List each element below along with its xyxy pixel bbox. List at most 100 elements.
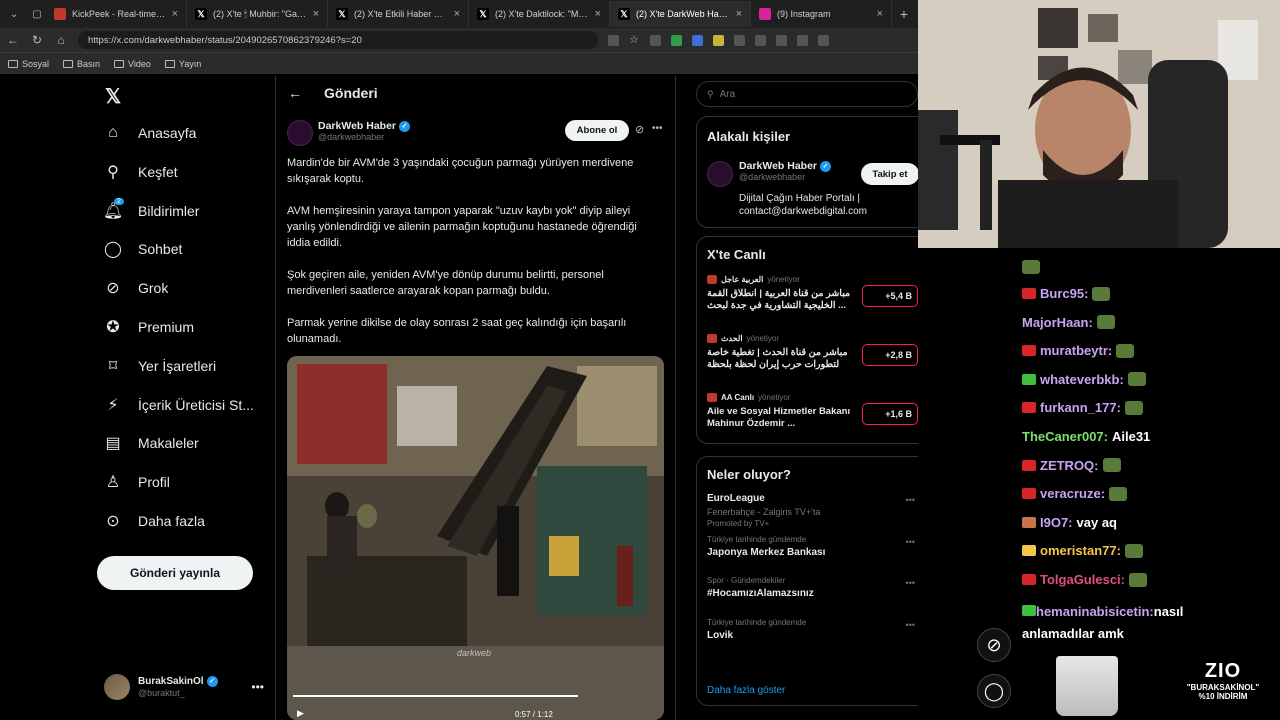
post-video[interactable]: darkweb ▶ 0:57 / 1:12 (287, 356, 664, 720)
trend-item[interactable]: EuroLeague Fenerbahçe - Zalgiris TV+'ta Pr… (707, 493, 918, 531)
bookmark-folder[interactable]: Video (114, 59, 151, 69)
bookmark-label: Video (128, 58, 151, 69)
author-avatar[interactable] (287, 120, 313, 146)
live-listener-pill[interactable]: +2,8 B (862, 344, 918, 366)
chat-username[interactable]: TheCaner007: (1022, 429, 1108, 444)
x-logo-icon[interactable]: 𝕏 (105, 84, 121, 109)
close-tab-icon[interactable]: × (172, 8, 178, 20)
nav-item-profile[interactable]: ♙ Profil (104, 473, 170, 491)
nav-item-grok[interactable]: ⊘ Grok (104, 279, 168, 297)
chat-username[interactable]: MajorHaan: (1022, 315, 1093, 330)
browser-tab[interactable]: (9) Instagram × (751, 1, 892, 27)
more-icon[interactable]: ••• (652, 123, 663, 134)
grok-icon[interactable]: ⊘ (635, 123, 644, 136)
chat-username[interactable]: furkann_177: (1040, 400, 1121, 415)
new-tab-button[interactable]: + (892, 6, 916, 22)
chat-username[interactable]: TolgaGulesci: (1040, 572, 1125, 587)
more-icon[interactable]: ••• (906, 495, 915, 505)
back-arrow-icon[interactable]: ← (288, 85, 302, 101)
chat-username[interactable]: veracruze: (1040, 486, 1105, 501)
browser-tab[interactable]: 𝕏 (2) X'te Etkili Haber Yeni Sayf × (328, 1, 469, 27)
home-icon[interactable]: ⌂ (54, 33, 68, 47)
trend-item[interactable]: Spor · Gündemdekiler #HocamızıAlamazsınız… (707, 576, 918, 614)
nav-item-creator-studio[interactable]: ⚡︎ İçerik Üreticisi St... (104, 396, 254, 414)
chat-username[interactable]: whateverbkb: (1040, 372, 1124, 387)
close-tab-icon[interactable]: × (454, 8, 460, 20)
live-listener-pill[interactable]: +1,6 B (862, 403, 918, 425)
chat-username[interactable]: I9O7: (1040, 515, 1073, 530)
live-item[interactable]: AA Canlı yönetiyor Aile ve Sosyal Hizmetle… (707, 393, 918, 445)
bookmark-folder[interactable]: Basın (63, 59, 100, 69)
more-icon[interactable]: ••• (906, 537, 915, 547)
chat-username[interactable]: omeristan77: (1040, 543, 1121, 558)
live-item[interactable]: الحدث yönetiyor مباشر من قناة الحدث | تغطي… (707, 334, 918, 386)
author-handle[interactable]: @darkwebhaber (318, 132, 410, 142)
extension-icon[interactable] (650, 34, 661, 46)
author-name[interactable]: DarkWeb Haber (318, 120, 396, 132)
back-icon[interactable]: ← (6, 33, 20, 47)
browser-tab[interactable]: KickPeek - Real-time URL Cr × (46, 1, 187, 27)
chat-text: vay aq (1076, 514, 1117, 530)
show-more-link[interactable]: Daha fazla göster (707, 685, 785, 696)
nav-item-articles[interactable]: ▤ Makaleler (104, 434, 198, 452)
post-text-2: AVM hemşiresinin yaraya tampon yaparak "… (287, 205, 637, 249)
subscribe-button[interactable]: Abone ol (565, 120, 629, 141)
nav-item-home[interactable]: ⌂ Anasayfa (104, 124, 196, 142)
nav-item-more[interactable]: ⊙ Daha fazla (104, 512, 205, 530)
more-icon[interactable]: ••• (906, 578, 915, 588)
follow-button[interactable]: Takip et (861, 163, 918, 185)
extension-icon[interactable] (713, 34, 724, 46)
nav-item-search[interactable]: ⚲ Keşfet (104, 163, 178, 181)
close-tab-icon[interactable]: × (313, 8, 319, 20)
split-screen-icon[interactable] (755, 34, 766, 46)
x-icon: 𝕏 (618, 8, 630, 20)
browser-tab[interactable]: 𝕏 (2) X'te DarkWeb Haber: "Ma × (610, 1, 751, 27)
live-listener-pill[interactable]: +5,4 B (862, 285, 918, 307)
browser-tab[interactable]: 𝕏 (2) X'te 🕯 Muhbir: "Gazete × (187, 1, 328, 27)
bookmark-folder[interactable]: Yayın (164, 59, 201, 69)
more-icon[interactable]: ••• (906, 620, 915, 630)
emote-icon (1102, 458, 1121, 473)
browser-tab[interactable]: 𝕏 (2) X'te Daktilock: "MHP Lide × (469, 1, 610, 27)
chat-username[interactable]: Burc95: (1040, 286, 1088, 301)
live-item[interactable]: العربية عاجل yönetiyor مباشر من قناة العرب… (707, 275, 918, 327)
close-tab-icon[interactable]: × (877, 8, 883, 20)
favorites-icon[interactable] (776, 34, 787, 46)
screenshot-icon[interactable] (818, 34, 829, 46)
extensions-icon[interactable] (734, 34, 745, 46)
related-handle[interactable]: @darkwebhaber (739, 172, 831, 182)
grok-icon[interactable]: ⊘ (977, 628, 1011, 662)
post-button[interactable]: Gönderi yayınla (97, 556, 253, 590)
trend-item[interactable]: Türkiye tarihinde gündemde Japonya Merkez… (707, 535, 918, 573)
trend-title: Lovik (707, 629, 734, 641)
favorite-icon[interactable]: ☆ (629, 34, 640, 46)
url-field[interactable]: https://x.com/darkwebhaber/status/204902… (78, 31, 598, 49)
reload-icon[interactable]: ↻ (30, 33, 44, 47)
workspaces-icon[interactable]: ▢ (28, 9, 46, 20)
more-icon[interactable]: ••• (251, 680, 264, 694)
nav-item-premium[interactable]: ✪ Premium (104, 318, 194, 336)
nav-item-bookmark[interactable]: ⌑ Yer İşaretleri (104, 357, 216, 375)
messages-icon[interactable]: ◯ (977, 674, 1011, 708)
close-tab-icon[interactable]: × (595, 8, 601, 20)
bookmark-folder[interactable]: Sosyal (8, 59, 49, 69)
nav-item-chat[interactable]: ◯ Sohbet (104, 240, 182, 258)
creator-studio-icon: ⚡︎ (107, 396, 119, 414)
related-avatar[interactable] (707, 161, 733, 187)
extension-icon[interactable] (671, 34, 682, 46)
tab-list-icon[interactable]: ⌄ (0, 9, 28, 20)
performance-icon[interactable] (797, 34, 808, 46)
extension-icon[interactable] (692, 34, 703, 46)
account-switcher[interactable]: BurakSakinOl ✓ @buraktut_ ••• (104, 672, 264, 702)
nav-item-bell[interactable]: 🔔︎ 2 Bildirimler (103, 197, 199, 220)
chat-username[interactable]: muratbeytr: (1040, 343, 1112, 358)
chat-username[interactable]: hemaninabisicetin: (1036, 604, 1154, 619)
read-aloud-icon[interactable] (608, 34, 619, 46)
chat-username[interactable]: ZETROQ: (1040, 458, 1099, 473)
related-name[interactable]: DarkWeb Haber (739, 160, 817, 172)
trend-item[interactable]: Türkiye tarihinde gündemde Lovik ••• (707, 618, 918, 656)
play-icon[interactable]: ▶ (297, 708, 304, 719)
close-tab-icon[interactable]: × (736, 8, 742, 20)
search-input[interactable]: ⚲ Ara (696, 81, 918, 107)
avatar (104, 674, 130, 700)
